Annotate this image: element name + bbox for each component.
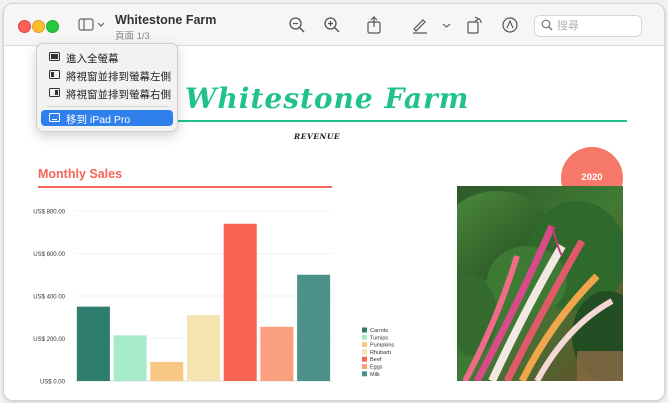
y-tick-label: US$ 0.00 — [40, 380, 66, 386]
fullscreen-icon — [49, 52, 60, 61]
menu-item-label: 移到 iPad Pro — [66, 113, 131, 126]
bar-rhubarb — [186, 315, 221, 381]
chevron-down-icon[interactable] — [439, 16, 457, 34]
bar-beef — [223, 223, 257, 381]
document-subtitle: REVENUE — [294, 132, 341, 141]
menu-item-label: 將視窗並排到螢幕左側 — [66, 70, 171, 83]
y-tick-label: US$ 200.00 — [33, 337, 65, 343]
close-button[interactable] — [18, 20, 31, 33]
menu-item-fullscreen[interactable]: 進入全螢幕 — [41, 49, 173, 65]
document-title: Whitestone Farm — [185, 82, 470, 115]
tile-right-icon — [49, 88, 60, 97]
legend-label: Pumpkins — [370, 343, 394, 349]
bar-eggs — [260, 326, 294, 381]
section-title: Monthly Sales — [38, 167, 123, 181]
bar-pumpkins — [150, 361, 184, 381]
legend-label: Eggs — [370, 365, 383, 371]
legend-label: Rhubarb — [370, 350, 391, 356]
minimize-button[interactable] — [32, 20, 45, 33]
legend-swatch — [362, 334, 367, 340]
search-input[interactable] — [557, 18, 637, 33]
y-tick-label: US$ 800.00 — [33, 210, 65, 216]
zoom-in-icon[interactable] — [323, 16, 341, 34]
preview-window: Whitestone Farm 頁面 1/3 Whitestone — [3, 3, 665, 401]
page-indicator: 頁面 1/3 — [115, 31, 150, 42]
sidebar-icon — [78, 18, 105, 31]
toolbar: Whitestone Farm 頁面 1/3 — [4, 4, 664, 46]
tile-left-icon — [49, 70, 60, 79]
menu-item-tile-left[interactable]: 將視窗並排到螢幕左側 — [41, 67, 173, 83]
menu-item-label: 進入全螢幕 — [66, 52, 119, 65]
legend-swatch — [362, 356, 367, 362]
search-icon — [541, 19, 553, 31]
menu-item-move-to-ipad[interactable]: 移到 iPad Pro — [41, 110, 173, 126]
menu-separator — [47, 106, 167, 107]
sidebar-toggle-button[interactable] — [78, 17, 108, 33]
bar-milk — [297, 274, 331, 381]
monthly-sales-chart: US$ 0.00 US$ 200.00 US$ 400.00 US$ 600.00 US… — [33, 210, 394, 386]
legend-swatch — [362, 349, 367, 355]
year-badge-label: 2020 — [581, 172, 603, 183]
markup-pen-icon[interactable] — [411, 16, 429, 34]
legend-swatch — [362, 364, 367, 369]
legend-label: Milk — [370, 372, 380, 378]
legend-label: Beef — [370, 357, 382, 363]
fullscreen-button[interactable] — [46, 20, 59, 33]
menu-item-tile-right[interactable]: 將視窗並排到螢幕右側 — [41, 85, 173, 101]
search-field[interactable] — [534, 15, 642, 37]
annotate-icon[interactable] — [501, 16, 519, 34]
y-tick-label: US$ 400.00 — [33, 295, 65, 301]
legend-swatch — [362, 342, 367, 348]
share-icon[interactable] — [365, 16, 383, 34]
section-divider — [38, 186, 332, 188]
ipad-icon — [49, 113, 60, 122]
chevron-down-icon — [97, 22, 105, 27]
legend-swatch — [362, 327, 367, 333]
menu-item-label: 將視窗並排到螢幕右側 — [66, 88, 171, 101]
window-title: Whitestone Farm — [115, 13, 217, 27]
rotate-icon[interactable] — [465, 16, 483, 34]
chard-vegetables-photo — [457, 186, 623, 381]
y-tick-label: US$ 600.00 — [33, 252, 65, 258]
legend-label: Carrots — [370, 328, 388, 334]
bar-turnips — [113, 335, 147, 381]
legend-label: Turnips — [370, 335, 388, 341]
legend-swatch — [362, 371, 367, 377]
zoom-out-icon[interactable] — [288, 16, 306, 34]
bar-carrots — [76, 306, 110, 381]
window-tiling-menu: 進入全螢幕 將視窗並排到螢幕左側 將視窗並排到螢幕右側 移到 iPad Pro — [36, 43, 178, 132]
